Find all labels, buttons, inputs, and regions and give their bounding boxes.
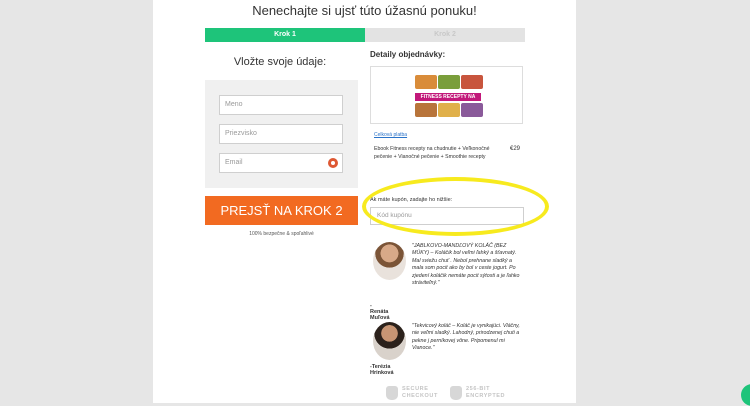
badge-line: SECURE	[402, 386, 429, 392]
surname-input[interactable]: Priezvisko	[219, 124, 343, 144]
contact-form: Meno Priezvisko Email	[205, 80, 358, 188]
duckduckgo-email-icon[interactable]	[328, 158, 338, 168]
product-cover-image: FITNESS RECEPTY NA CHUDNUTIE	[413, 73, 483, 117]
step-2-tab: Krok 2	[365, 28, 525, 42]
order-details-title: Detaily objednávky:	[370, 50, 446, 59]
product-image-box: FITNESS RECEPTY NA CHUDNUTIE	[370, 66, 523, 124]
badge-line: CHECKOUT	[402, 393, 438, 399]
coupon-highlight-annotation	[362, 177, 549, 236]
page-headline: Nenechajte si ujsť túto úžasnú ponuku!	[252, 3, 477, 18]
order-item-description: Ebook Fitness recepty na chudnutie + Veľ…	[374, 146, 490, 160]
form-title: Vložte svoje údaje:	[233, 56, 327, 68]
security-badges: SECURE CHECKOUT 256-BIT ENCRYPTED	[386, 384, 546, 403]
shield-icon	[450, 386, 462, 400]
badge-line: 256-BIT	[466, 386, 491, 392]
badge-line: ENCRYPTED	[466, 393, 506, 399]
step-progress: Krok 1 Krok 2	[205, 28, 525, 42]
reviewer-avatar	[373, 242, 406, 280]
review-author: -Terézia Hrinková	[370, 364, 394, 376]
review-author: -Renáta Muľová	[370, 303, 390, 321]
next-step-button[interactable]: PREJSŤ NA KROK 2	[205, 196, 358, 225]
secure-note: 100% bezpečne & spoľahlivé	[249, 231, 314, 237]
email-input[interactable]: Email	[219, 153, 343, 173]
name-input[interactable]: Meno	[219, 95, 343, 115]
review-quote: "JABLKOVO-MANDĽOVÝ KOLÁČ (BEZ MÚKY) – Ko…	[412, 243, 520, 287]
lock-icon	[386, 386, 398, 400]
total-payment-link[interactable]: Celková platba	[374, 132, 407, 138]
reviewer-avatar	[373, 322, 406, 360]
step-1-tab: Krok 1	[205, 28, 365, 42]
order-item-price: €29	[510, 146, 521, 152]
review-quote: "Tekvicový koláč – Koláč je vynikajúci. …	[412, 323, 520, 352]
product-cover-title: FITNESS RECEPTY NA CHUDNUTIE	[415, 93, 481, 108]
